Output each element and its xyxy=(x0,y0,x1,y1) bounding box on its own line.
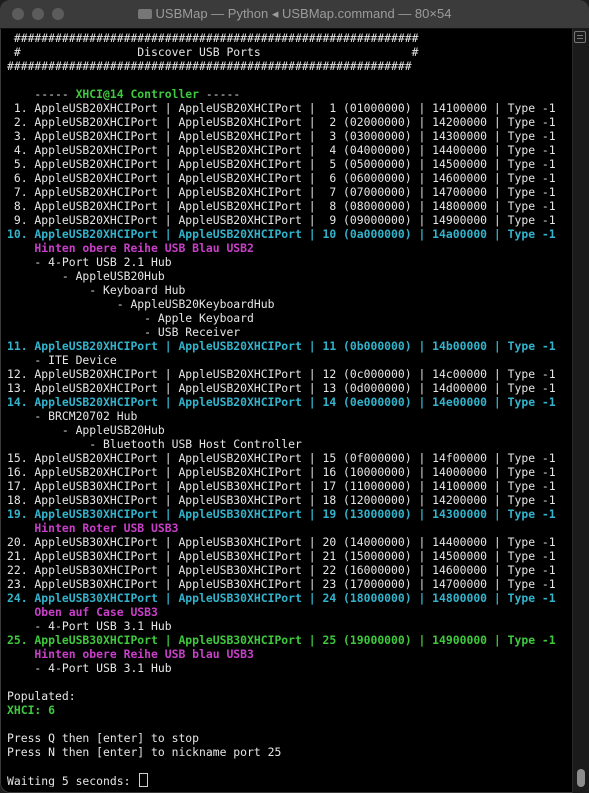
terminal-line: 7. AppleUSB20XHCIPort | AppleUSB20XHCIPo… xyxy=(7,185,556,199)
terminal-line: - BRCM20702 Hub xyxy=(7,409,138,423)
folder-icon xyxy=(137,9,152,19)
text-cursor[interactable] xyxy=(139,773,149,787)
scroll-menu-icon[interactable] xyxy=(574,31,586,43)
terminal-line: - 4-Port USB 2.1 Hub xyxy=(7,255,172,269)
terminal-line: ----- XHCI@14 Controller ----- xyxy=(7,87,241,101)
terminal-line: 17. AppleUSB30XHCIPort | AppleUSB30XHCIP… xyxy=(7,479,556,493)
terminal-line: - AppleUSB20Hub xyxy=(7,423,165,437)
terminal-line: - AppleUSB20KeyboardHub xyxy=(7,297,275,311)
terminal-line: 15. AppleUSB20XHCIPort | AppleUSB20XHCIP… xyxy=(7,451,556,465)
waiting-prompt: Waiting 5 seconds: xyxy=(7,774,138,787)
terminal-line: 4. AppleUSB20XHCIPort | AppleUSB20XHCIPo… xyxy=(7,143,556,157)
terminal-line: 2. AppleUSB20XHCIPort | AppleUSB20XHCIPo… xyxy=(7,115,556,129)
terminal-line: 16. AppleUSB20XHCIPort | AppleUSB20XHCIP… xyxy=(7,465,556,479)
terminal-line: 25. AppleUSB30XHCIPort | AppleUSB30XHCIP… xyxy=(7,633,556,647)
terminal-line: 13. AppleUSB20XHCIPort | AppleUSB20XHCIP… xyxy=(7,381,556,395)
terminal-line: 12. AppleUSB20XHCIPort | AppleUSB20XHCIP… xyxy=(7,367,556,381)
terminal-line: Hinten obere Reihe USB Blau USB2 xyxy=(7,241,254,255)
terminal-line: - AppleUSB20Hub xyxy=(7,269,165,283)
terminal-line: - Apple Keyboard xyxy=(7,311,254,325)
window-title: USBMap — Python ◂ USBMap.command — 80×54 xyxy=(155,6,452,21)
terminal-line: Oben auf Case USB3 xyxy=(7,605,158,619)
terminal-line: XHCI: 6 xyxy=(7,703,56,717)
terminal-line: 10. AppleUSB20XHCIPort | AppleUSB20XHCIP… xyxy=(7,227,556,241)
terminal-line: ########################################… xyxy=(7,59,412,73)
terminal-line: Waiting 5 seconds: xyxy=(7,773,572,787)
terminal-line: 18. AppleUSB30XHCIPort | AppleUSB30XHCIP… xyxy=(7,493,556,507)
terminal-line: - USB Receiver xyxy=(7,325,241,339)
terminal-line: Press Q then [enter] to stop xyxy=(7,731,200,745)
terminal-window: USBMap — Python ◂ USBMap.command — 80×54… xyxy=(0,0,589,793)
terminal-line: Hinten obere Reihe USB blau USB3 xyxy=(7,647,254,661)
terminal-line: # Discover USB Ports # xyxy=(7,45,419,59)
terminal-line: 8. AppleUSB20XHCIPort | AppleUSB20XHCIPo… xyxy=(7,199,556,213)
window-title-wrap: USBMap — Python ◂ USBMap.command — 80×54 xyxy=(0,6,589,22)
terminal-line: 20. AppleUSB30XHCIPort | AppleUSB30XHCIP… xyxy=(7,535,556,549)
terminal-line: Hinten Roter USB USB3 xyxy=(7,521,179,535)
scrollbar[interactable] xyxy=(572,28,589,793)
terminal-line: 9. AppleUSB20XHCIPort | AppleUSB20XHCIPo… xyxy=(7,213,556,227)
terminal-line: 6. AppleUSB20XHCIPort | AppleUSB20XHCIPo… xyxy=(7,171,556,185)
terminal-line: Press N then [enter] to nickname port 25 xyxy=(7,745,282,759)
terminal-line: - Keyboard Hub xyxy=(7,283,186,297)
controller-name: XHCI@14 Controller xyxy=(75,87,200,101)
terminal-line: 23. AppleUSB30XHCIPort | AppleUSB30XHCIP… xyxy=(7,577,556,591)
terminal-line: - Bluetooth USB Host Controller xyxy=(7,437,302,451)
terminal-line: 24. AppleUSB30XHCIPort | AppleUSB30XHCIP… xyxy=(7,591,556,605)
terminal-line: 14. AppleUSB20XHCIPort | AppleUSB20XHCIP… xyxy=(7,395,556,409)
terminal-line: 1. AppleUSB20XHCIPort | AppleUSB20XHCIPo… xyxy=(7,101,556,115)
terminal-line: 3. AppleUSB20XHCIPort | AppleUSB20XHCIPo… xyxy=(7,129,556,143)
terminal-output[interactable]: ########################################… xyxy=(7,31,572,787)
terminal-line: ########################################… xyxy=(7,31,419,45)
terminal-line: 5. AppleUSB20XHCIPort | AppleUSB20XHCIPo… xyxy=(7,157,556,171)
terminal-line: 21. AppleUSB30XHCIPort | AppleUSB30XHCIP… xyxy=(7,549,556,563)
terminal-line: - ITE Device xyxy=(7,353,117,367)
terminal-line: 19. AppleUSB30XHCIPort | AppleUSB30XHCIP… xyxy=(7,507,556,521)
terminal-line: Populated: xyxy=(7,689,76,703)
title-bar[interactable]: USBMap — Python ◂ USBMap.command — 80×54 xyxy=(0,0,589,29)
terminal-line: 22. AppleUSB30XHCIPort | AppleUSB30XHCIP… xyxy=(7,563,556,577)
terminal-line: - 4-Port USB 3.1 Hub xyxy=(7,619,172,633)
terminal-line: 11. AppleUSB20XHCIPort | AppleUSB20XHCIP… xyxy=(7,339,556,353)
terminal-line: - 4-Port USB 3.1 Hub xyxy=(7,661,172,675)
scrollbar-thumb[interactable] xyxy=(577,769,585,787)
